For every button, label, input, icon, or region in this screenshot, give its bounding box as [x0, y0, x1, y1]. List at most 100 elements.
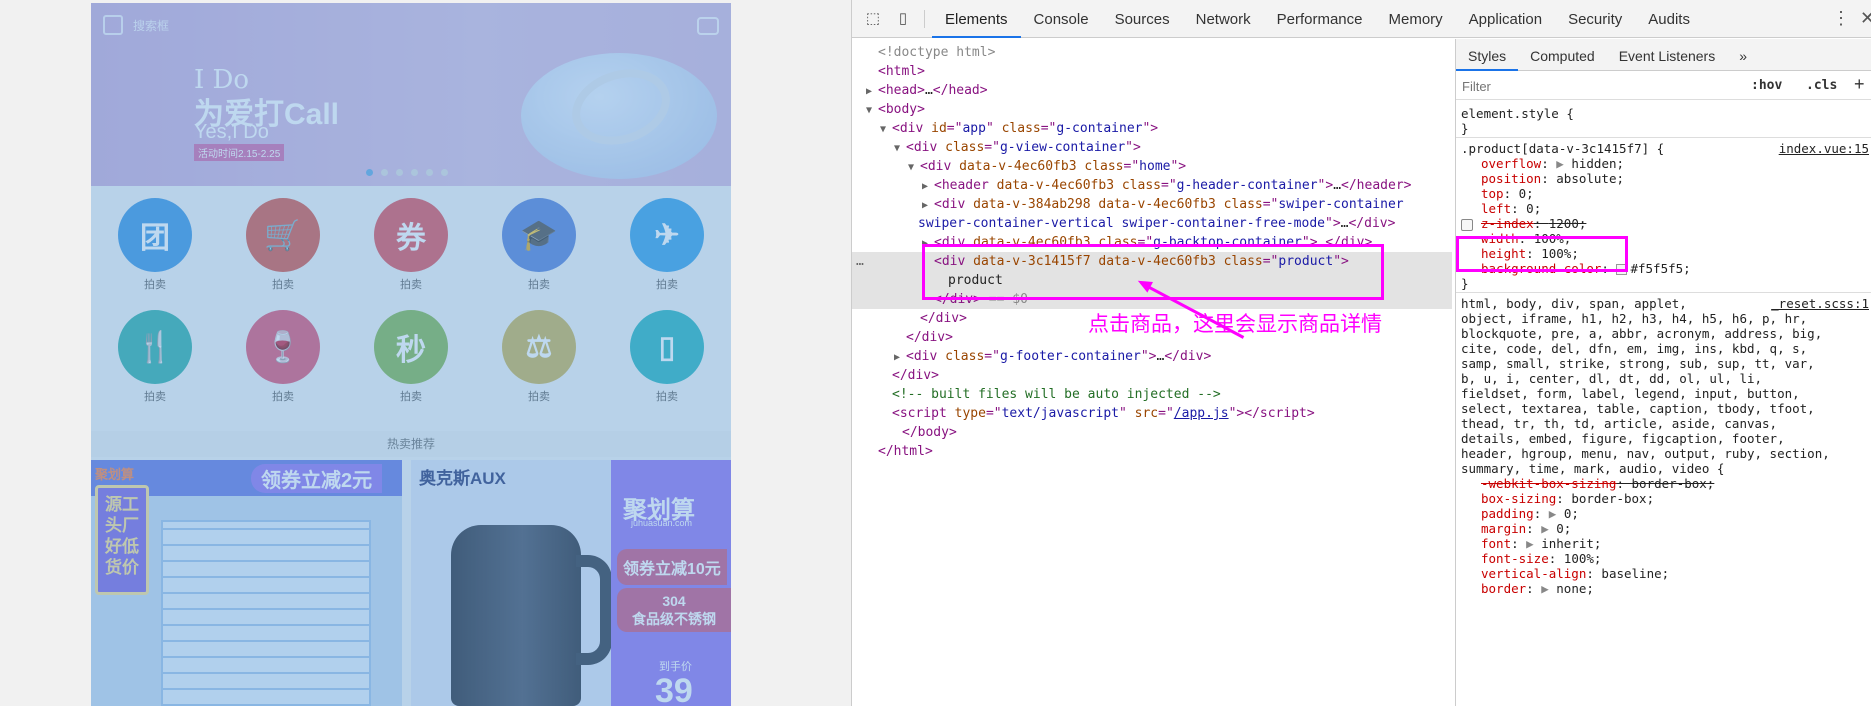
flash-sale-icon: 秒	[374, 310, 448, 384]
tab-console[interactable]: Console	[1021, 0, 1102, 38]
dom-node-line[interactable]: <html>	[852, 62, 1452, 81]
dom-node-line[interactable]: <script type="text/javascript" src="/app…	[852, 404, 1452, 423]
carousel-dot[interactable]	[396, 169, 403, 176]
category-label: 拍卖	[272, 391, 294, 403]
tab-application[interactable]: Application	[1456, 0, 1555, 38]
category-label: 拍卖	[144, 391, 166, 403]
category-item[interactable]: 团拍卖	[91, 198, 219, 292]
product-brand: 聚划算	[95, 467, 135, 482]
devtools-tabs: Elements Console Sources Network Performance…	[932, 0, 1703, 38]
tab-audits[interactable]: Audits	[1635, 0, 1703, 38]
section-title: 热卖推荐	[91, 431, 731, 457]
css-property[interactable]: border: ▶ none;	[1456, 580, 1871, 598]
styles-tabs: Styles Computed Event Listeners»	[1456, 39, 1871, 71]
search-box[interactable]: 搜索框	[133, 17, 169, 34]
inspect-element-icon[interactable]: ⬚	[864, 10, 882, 28]
category-item[interactable]: 券拍卖	[347, 198, 475, 292]
property-checkbox[interactable]	[1461, 218, 1473, 231]
styles-tab[interactable]: Event Listeners	[1607, 39, 1728, 71]
coupon-badge: 领券立减10元	[617, 549, 727, 585]
annotation-zindex-box	[1456, 236, 1628, 272]
category-item[interactable]: ⚖ 拍卖	[475, 310, 603, 404]
dom-node-line[interactable]: ▼ <body>	[852, 100, 1452, 119]
node-actions-icon[interactable]: …	[856, 254, 864, 269]
dom-node-line[interactable]: swiper-container-vertical swiper-contain…	[852, 214, 1452, 233]
styles-pane: StylesComputedEvent Listeners» :hov .cls…	[1455, 39, 1871, 706]
dom-node-line[interactable]: <!doctype html>	[852, 43, 1452, 62]
tab-sources[interactable]: Sources	[1102, 0, 1183, 38]
styles-tab[interactable]: Computed	[1518, 39, 1607, 71]
dom-node-line[interactable]: </body>	[852, 423, 1452, 442]
rule-divider	[1456, 292, 1871, 293]
dom-node-line[interactable]: ▼ <div class="g-view-container">	[852, 138, 1452, 157]
dom-node-line[interactable]: ▶ <head>…</head>	[852, 81, 1452, 100]
promo-subtitle: juhuasuan.com	[631, 518, 693, 528]
dom-node-line[interactable]: </div>	[852, 366, 1452, 385]
category-item[interactable]: 🍷 拍卖	[219, 310, 347, 404]
styles-tab[interactable]: Styles	[1456, 39, 1519, 71]
carousel-dot[interactable]	[366, 169, 373, 176]
spec-badge: 304 食品级不锈钢	[617, 588, 731, 632]
tissue-image	[161, 520, 371, 706]
banner-line4: 活动时间2.15-2.25	[194, 144, 285, 161]
category-item[interactable]: 🎓 拍卖	[475, 198, 603, 292]
spec-line1: 304	[662, 593, 686, 609]
dom-node-line[interactable]: ▼ <div data-v-4ec60fb3 class="home">	[852, 157, 1452, 176]
dom-node-line[interactable]: <!-- built files will be auto injected -…	[852, 385, 1452, 404]
more-options-icon[interactable]: ⋮	[1832, 8, 1850, 29]
elements-dom-tree[interactable]: <!doctype html> <html> ▶ <head>…</head> ▼ <bo…	[852, 39, 1452, 706]
category-icon-glyph: 团	[140, 222, 170, 255]
dom-node-line[interactable]: ▶ <div class="g-footer-container">…</div>	[852, 347, 1452, 366]
category-item[interactable]: ▯ 拍卖	[603, 310, 731, 404]
close-icon[interactable]: ✕	[1860, 8, 1871, 29]
cls-toggle[interactable]: .cls	[1806, 78, 1837, 93]
hov-toggle[interactable]: :hov	[1751, 78, 1782, 93]
carousel-dots[interactable]	[366, 169, 448, 176]
dom-node-line[interactable]: ▶ <header data-v-4ec60fb3 class="g-header…	[852, 176, 1452, 195]
category-item[interactable]: 🛒 拍卖	[219, 198, 347, 292]
mobile-page-preview[interactable]: 搜索框 I Do 为爱打Call Yes,I Do 活动时间2.15-2.25 …	[91, 3, 731, 706]
category-icon-glyph: 🎓	[520, 218, 558, 252]
carousel-dot[interactable]	[441, 169, 448, 176]
carousel-dot[interactable]	[381, 169, 388, 176]
message-icon[interactable]	[697, 17, 719, 35]
scan-icon[interactable]	[103, 15, 123, 35]
kettle-handle	[576, 555, 612, 665]
category-label: 拍卖	[656, 391, 678, 403]
styles-filter-input[interactable]	[1462, 76, 1742, 96]
category-label: 拍卖	[528, 279, 550, 291]
dom-node-line[interactable]: ▶ <div data-v-384ab298 data-v-4ec60fb3 cl…	[852, 195, 1452, 214]
carousel-dot[interactable]	[426, 169, 433, 176]
product-brand: 奥克斯AUX	[419, 469, 506, 488]
category-icon-glyph: ✈	[654, 218, 680, 252]
devtools-toolbar: ⬚ ▯ Elements Console Sources Network Perform…	[852, 0, 1871, 38]
tab-performance[interactable]: Performance	[1264, 0, 1376, 38]
category-label: 拍卖	[272, 279, 294, 291]
styles-tab[interactable]: »	[1727, 39, 1759, 71]
css-selector-line: }	[1461, 121, 1469, 136]
annotation-highlight-box	[922, 244, 1384, 300]
category-item[interactable]: 秒拍卖	[347, 310, 475, 404]
product-card-1[interactable]: 聚划算 领券立减2元 源工头厂好低货价	[91, 460, 402, 706]
product-card-2[interactable]: 奥克斯AUX 聚划算 juhuasuan.com 领券立减10元 304 食品级…	[411, 460, 731, 706]
fork-knife-icon: 🍴	[118, 310, 192, 384]
category-icon-glyph: ▯	[658, 330, 676, 364]
device-toggle-icon[interactable]: ▯	[894, 10, 912, 28]
group-buy-icon: 团	[118, 198, 192, 272]
phone-icon: ▯	[630, 310, 704, 384]
category-item[interactable]: 🍴 拍卖	[91, 310, 219, 404]
dom-node-line[interactable]: </html>	[852, 442, 1452, 461]
tab-elements[interactable]: Elements	[932, 0, 1021, 38]
carousel-dot[interactable]	[411, 169, 418, 176]
category-icon-glyph: 秒	[396, 334, 426, 367]
category-icon-glyph: 🍴	[136, 330, 174, 364]
category-item[interactable]: ✈ 拍卖	[603, 198, 731, 292]
tab-memory[interactable]: Memory	[1376, 0, 1456, 38]
banner-carousel[interactable]: 搜索框 I Do 为爱打Call Yes,I Do 活动时间2.15-2.25	[91, 3, 731, 186]
tab-network[interactable]: Network	[1183, 0, 1264, 38]
toolbar-divider	[924, 10, 925, 28]
product-tag: 源工头厂好低货价	[95, 485, 149, 595]
dom-node-line[interactable]: ▼ <div id="app" class="g-container">	[852, 119, 1452, 138]
new-style-rule-icon[interactable]: +	[1854, 74, 1865, 95]
tab-security[interactable]: Security	[1555, 0, 1635, 38]
